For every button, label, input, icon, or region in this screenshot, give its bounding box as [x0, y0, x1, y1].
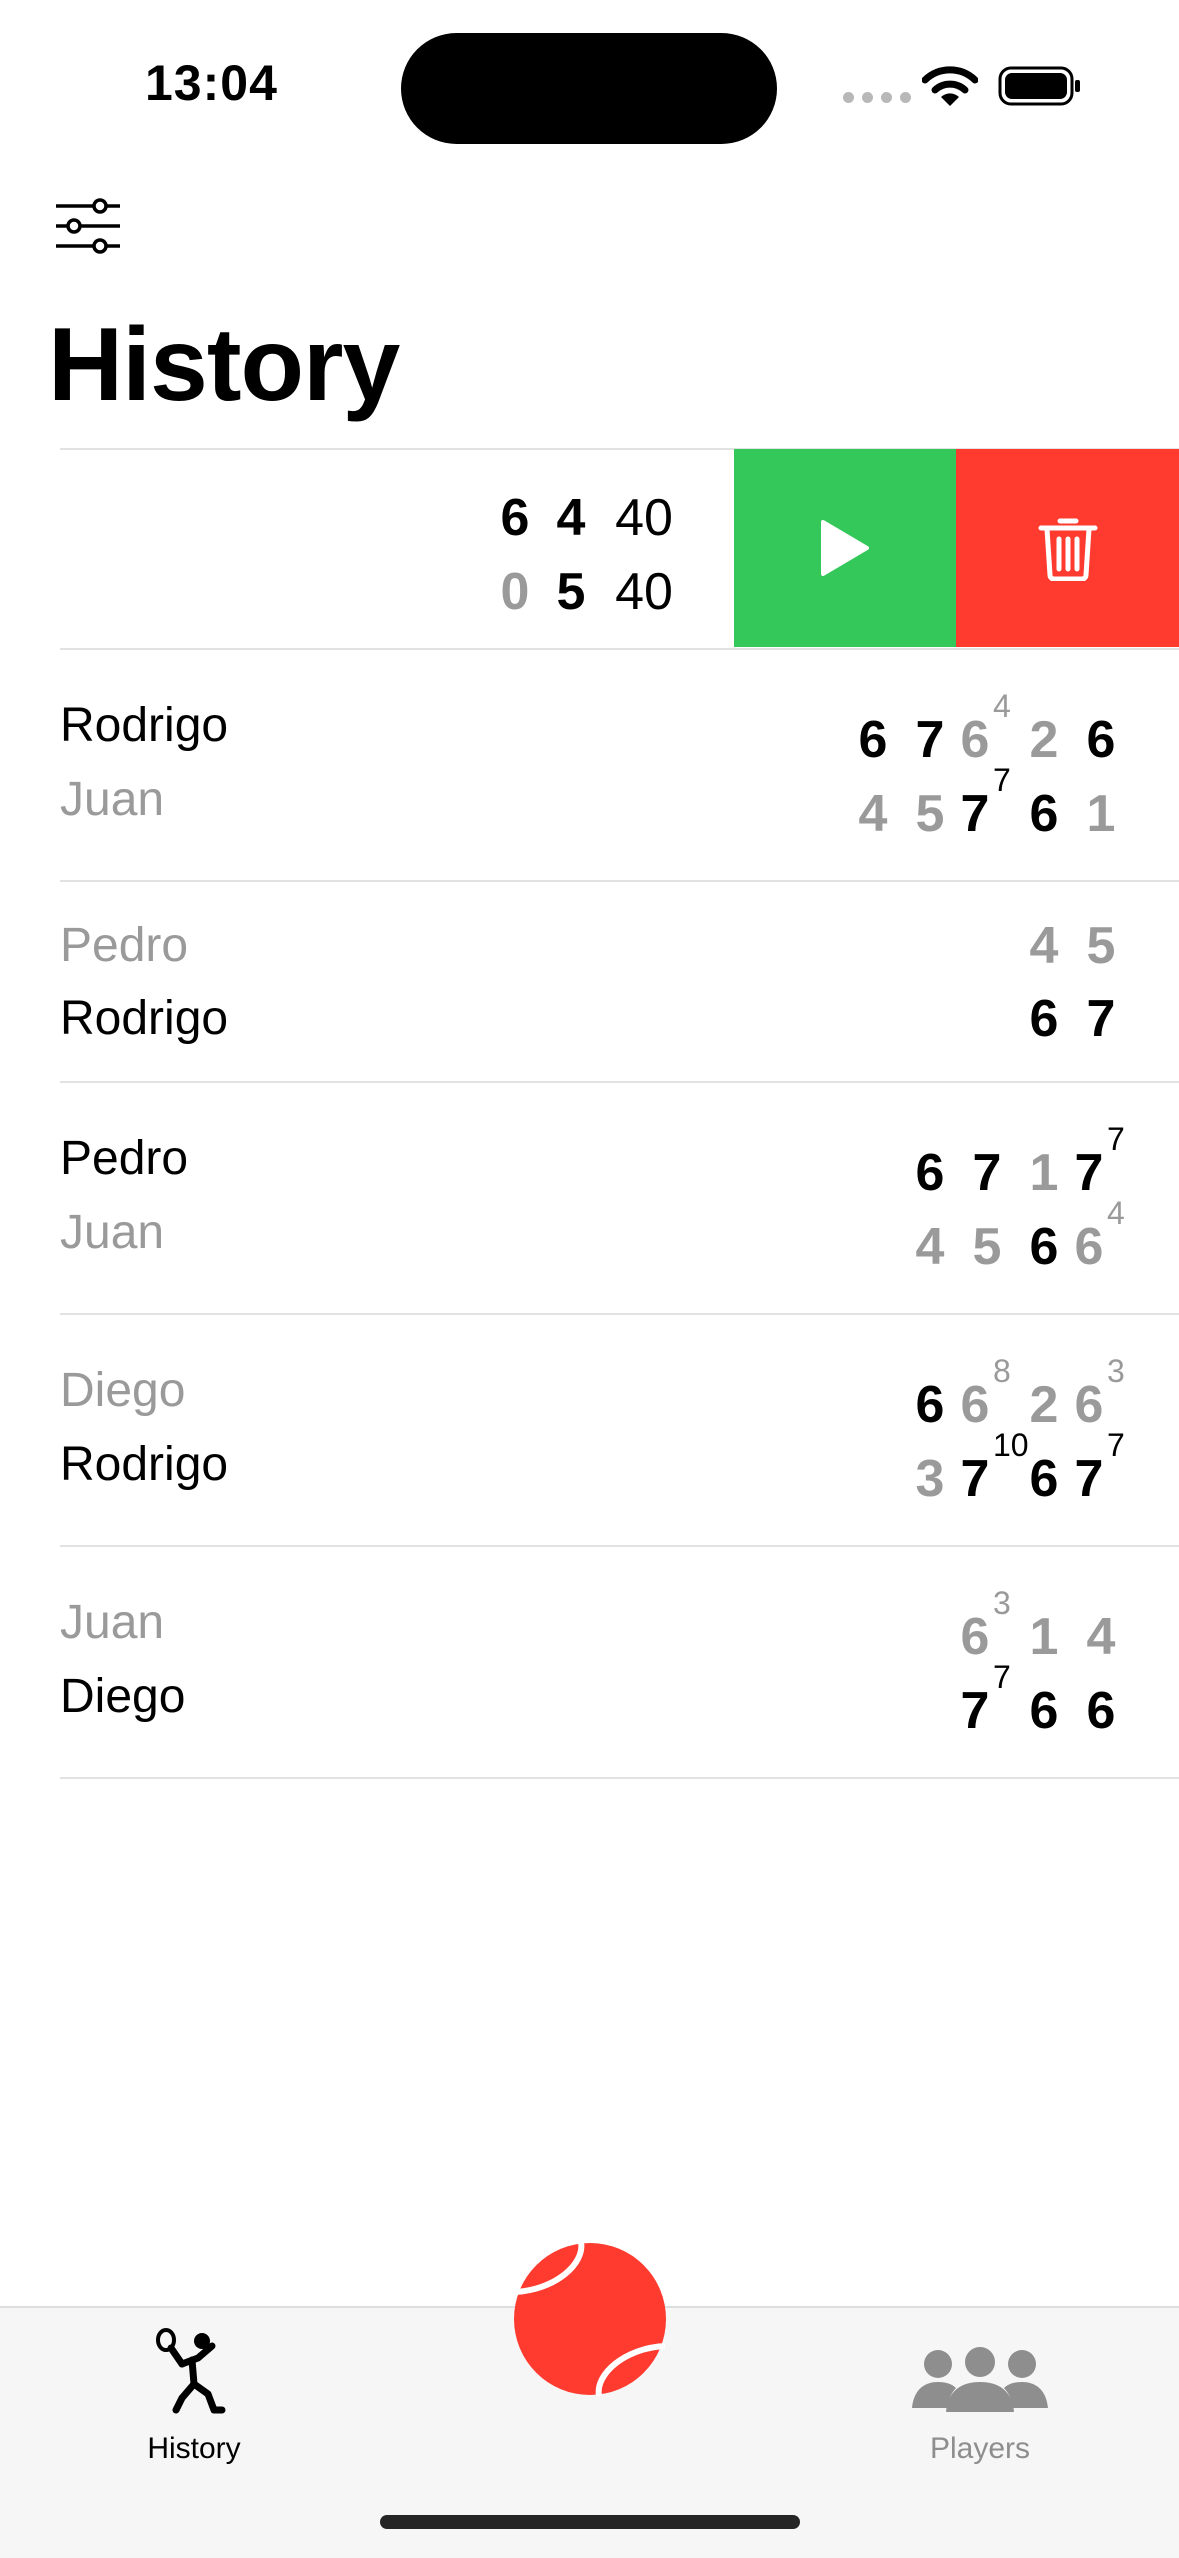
- tab-players-label: Players: [929, 2432, 1031, 2465]
- page-title: History: [48, 307, 400, 423]
- set-games: 6: [1074, 1218, 1104, 1276]
- tiebreak-score: 4: [1107, 1195, 1125, 1231]
- set-games: 6: [915, 1376, 945, 1434]
- tiebreak-score: 7: [993, 762, 1011, 798]
- battery-icon: [998, 66, 1080, 106]
- set-games: 4: [858, 785, 888, 843]
- player-name: Juan: [60, 773, 165, 826]
- tiebreak-score: 3: [993, 1585, 1011, 1621]
- status-time: 13:04: [145, 55, 278, 111]
- set-games: 7: [1074, 1144, 1104, 1202]
- set-games: 7: [1074, 1450, 1104, 1508]
- set-games: 3: [915, 1450, 945, 1508]
- set-games: 5: [1086, 917, 1116, 975]
- player-name: Diego: [60, 1670, 186, 1723]
- set-games: 7: [915, 711, 945, 769]
- player-name: Diego: [60, 1364, 186, 1417]
- set-games: 6: [915, 1144, 945, 1202]
- set-games: 6: [1074, 1376, 1104, 1434]
- trash-icon: [1038, 518, 1097, 581]
- score-set1-p1: 6: [500, 489, 530, 547]
- match-row[interactable]: Juan 6 3 1 4 Diego 7 7 6 6: [60, 1545, 1179, 1779]
- score-set1-p2: 0: [500, 563, 530, 621]
- set-games: 5: [915, 785, 945, 843]
- set-games: 6: [1086, 711, 1116, 769]
- tab-history[interactable]: History: [84, 2322, 304, 2465]
- delete-match-button[interactable]: [956, 449, 1179, 647]
- set-games: 4: [1029, 917, 1059, 975]
- set-games: 7: [960, 1450, 990, 1508]
- set-games: 4: [915, 1218, 945, 1276]
- set-games: 2: [1029, 1376, 1059, 1434]
- set-games: 1: [1029, 1608, 1059, 1666]
- home-indicator: [380, 2515, 800, 2529]
- player-name: Pedro: [60, 919, 189, 972]
- set-games: 6: [1029, 1450, 1059, 1508]
- set-games: 6: [858, 711, 888, 769]
- set-games: 7: [960, 1682, 990, 1740]
- match-row[interactable]: Pedro 4 5 Rodrigo 6 7: [60, 880, 1179, 1083]
- set-games: 6: [960, 711, 990, 769]
- set-games: 6: [1029, 990, 1059, 1048]
- score-set2-p2: 5: [556, 563, 586, 621]
- player-name: Pedro: [60, 1132, 189, 1185]
- player-name: Rodrigo: [60, 699, 229, 752]
- players-group-icon: [912, 2347, 1048, 2412]
- set-games: 7: [960, 785, 990, 843]
- set-games: 1: [1086, 785, 1116, 843]
- set-games: 6: [1029, 1218, 1059, 1276]
- tab-history-label: History: [147, 2432, 241, 2465]
- tiebreak-score: 3: [1107, 1353, 1125, 1389]
- tiebreak-score: 4: [993, 688, 1011, 724]
- player-name: Juan: [60, 1596, 165, 1649]
- player-name: Juan: [60, 1206, 165, 1259]
- tiebreak-score: 8: [993, 1353, 1011, 1389]
- play-icon: [821, 520, 869, 576]
- set-games: 6: [960, 1608, 990, 1666]
- wifi-icon: [922, 66, 978, 106]
- resume-match-button[interactable]: [734, 449, 956, 647]
- tennis-player-icon: [156, 2328, 226, 2414]
- tab-players[interactable]: Players: [870, 2322, 1090, 2465]
- tiebreak-score: 7: [1107, 1121, 1125, 1157]
- set-games: 2: [1029, 711, 1059, 769]
- set-games: 7: [972, 1144, 1002, 1202]
- player-name: Rodrigo: [60, 992, 229, 1045]
- cellular-signal-icon: [843, 92, 911, 103]
- tiebreak-score: 7: [1107, 1427, 1125, 1463]
- set-games: 4: [1086, 1608, 1116, 1666]
- new-match-button[interactable]: [513, 2242, 667, 2396]
- set-games: 6: [1086, 1682, 1116, 1740]
- match-row[interactable]: Diego 6 6 8 2 6 3 Rodrigo 3 7 10 6 7 7: [60, 1313, 1179, 1547]
- set-games: 6: [1029, 785, 1059, 843]
- dynamic-island: [401, 33, 777, 144]
- score-set2-p1: 4: [556, 489, 586, 547]
- match-row[interactable]: Rodrigo 6 7 6 4 2 6 Juan 4 5 7 7 6 1: [60, 648, 1179, 882]
- match-row[interactable]: Pedro 6 7 1 7 7 Juan 4 5 6 6 4: [60, 1081, 1179, 1315]
- set-games: 7: [1086, 990, 1116, 1048]
- set-games: 6: [1029, 1682, 1059, 1740]
- score-point-p2: 40: [615, 563, 673, 621]
- tiebreak-score: 7: [993, 1659, 1011, 1695]
- filter-sliders-icon[interactable]: [54, 198, 122, 254]
- set-games: 6: [960, 1376, 990, 1434]
- set-games: 1: [1029, 1144, 1059, 1202]
- player-name: Rodrigo: [60, 1438, 229, 1491]
- score-point-p1: 40: [615, 489, 673, 547]
- set-games: 5: [972, 1218, 1002, 1276]
